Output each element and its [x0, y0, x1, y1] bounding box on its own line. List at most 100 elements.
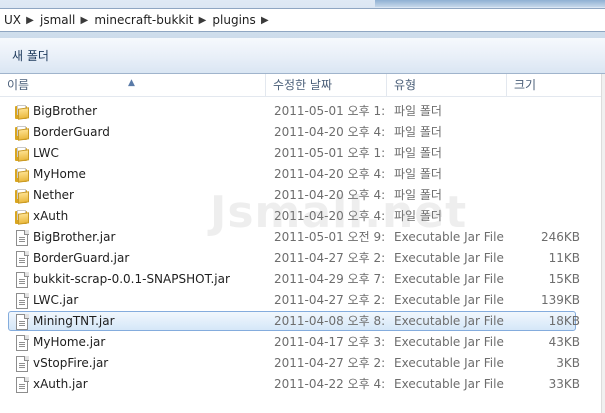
jar-file-icon	[14, 230, 30, 246]
file-size: 43KB	[548, 335, 580, 349]
column-header-size[interactable]: 크기	[507, 74, 601, 97]
file-date-modified: 2011-04-27 오후 2:...	[274, 251, 386, 265]
file-row[interactable]: MiningTNT.jar 2011-04-08 오후 8:... Executab…	[8, 311, 580, 331]
scrollbar[interactable]	[601, 74, 605, 413]
command-bar: 새 폴더	[0, 38, 605, 74]
file-row[interactable]: BigBrother 2011-05-01 오후 1:... 파일 폴더	[8, 101, 576, 121]
column-header-name-label: 이름	[7, 78, 30, 92]
breadcrumb-item-plugins[interactable]: plugins ▶	[208, 9, 270, 31]
file-type: Executable Jar File	[394, 314, 504, 328]
file-type: Executable Jar File	[394, 230, 504, 244]
file-size	[509, 123, 580, 142]
file-size	[509, 102, 580, 121]
chevron-right-icon[interactable]: ▶	[24, 15, 36, 26]
file-size: 18KB	[548, 314, 580, 328]
file-type: 파일 폴더	[394, 209, 442, 223]
file-type: Executable Jar File	[394, 272, 504, 286]
column-header-type[interactable]: 유형	[387, 74, 507, 97]
file-row[interactable]: LWC.jar 2011-04-27 오후 2:... Executable Jar…	[8, 290, 580, 310]
jar-file-icon	[14, 377, 30, 393]
folder-icon	[14, 104, 30, 120]
breadcrumb-label: UX	[4, 13, 22, 27]
file-date-modified: 2011-04-20 오후 4:...	[274, 125, 386, 139]
file-row[interactable]: BorderGuard 2011-04-20 오후 4:... 파일 폴더	[8, 122, 576, 142]
file-date-modified: 2011-04-27 오후 2:...	[274, 356, 386, 370]
file-size: 139KB	[540, 293, 580, 307]
file-size: 3KB	[556, 356, 580, 370]
column-header-date-label: 수정한 날짜	[273, 78, 333, 92]
breadcrumb-label: plugins	[212, 13, 256, 27]
file-size: 246KB	[540, 230, 580, 244]
jar-file-icon	[14, 251, 30, 267]
file-type: 파일 폴더	[394, 125, 442, 139]
file-type: Executable Jar File	[394, 293, 504, 307]
file-date-modified: 2011-05-01 오후 1:...	[274, 146, 386, 160]
file-name: bukkit-scrap-0.0.1-SNAPSHOT.jar	[33, 272, 230, 286]
file-type: 파일 폴더	[394, 188, 442, 202]
file-type: Executable Jar File	[394, 377, 504, 391]
file-name: BorderGuard	[33, 125, 110, 139]
file-date-modified: 2011-04-20 오후 4:...	[274, 167, 386, 181]
file-name: Nether	[33, 188, 74, 202]
breadcrumb-item-ux[interactable]: UX ▶	[0, 9, 36, 31]
address-bar: UX ▶ jsmall ▶ minecraft-bukkit ▶ plugins…	[0, 0, 605, 38]
folder-icon	[14, 167, 30, 183]
file-date-modified: 2011-05-01 오후 1:...	[274, 104, 386, 118]
column-header-type-label: 유형	[394, 78, 417, 92]
jar-file-icon	[14, 356, 30, 372]
file-row[interactable]: xAuth 2011-04-20 오후 4:... 파일 폴더	[8, 206, 576, 226]
file-size: 15KB	[548, 272, 580, 286]
file-row[interactable]: MyHome 2011-04-20 오후 4:... 파일 폴더	[8, 164, 576, 184]
chevron-right-icon[interactable]: ▶	[196, 15, 208, 26]
file-type: 파일 폴더	[394, 167, 442, 181]
file-row[interactable]: Nether 2011-04-20 오후 4:... 파일 폴더	[8, 185, 576, 205]
jar-file-icon	[14, 314, 30, 330]
folder-icon	[14, 146, 30, 162]
file-date-modified: 2011-05-01 오전 9:...	[274, 230, 386, 244]
chevron-right-icon[interactable]: ▶	[259, 15, 271, 26]
new-folder-button[interactable]: 새 폴더	[4, 45, 57, 67]
file-date-modified: 2011-04-27 오후 2:...	[274, 293, 386, 307]
file-row[interactable]: BigBrother.jar 2011-05-01 오전 9:... Executa…	[8, 227, 580, 247]
breadcrumb-item-minecraft-bukkit[interactable]: minecraft-bukkit ▶	[90, 9, 208, 31]
sort-ascending-icon: ▲	[128, 78, 135, 88]
file-size	[509, 186, 580, 205]
breadcrumb[interactable]: UX ▶ jsmall ▶ minecraft-bukkit ▶ plugins…	[0, 8, 605, 32]
file-date-modified: 2011-04-29 오후 7:...	[274, 272, 386, 286]
file-size	[509, 165, 580, 184]
column-header-name[interactable]: 이름 ▲	[0, 74, 266, 97]
file-type: Executable Jar File	[394, 335, 504, 349]
file-name: BorderGuard.jar	[33, 251, 130, 265]
file-name: vStopFire.jar	[33, 356, 109, 370]
folder-icon	[14, 209, 30, 225]
file-size: 11KB	[548, 251, 580, 265]
file-row[interactable]: vStopFire.jar 2011-04-27 오후 2:... Executab…	[8, 353, 580, 373]
file-row[interactable]: xAuth.jar 2011-04-22 오후 4:... Executable J…	[8, 374, 580, 394]
breadcrumb-label: jsmall	[40, 13, 76, 27]
file-size	[509, 207, 580, 226]
folder-icon	[14, 125, 30, 141]
file-name: BigBrother	[33, 104, 98, 118]
file-row[interactable]: bukkit-scrap-0.0.1-SNAPSHOT.jar 2011-04-2…	[8, 269, 580, 289]
file-size	[509, 144, 580, 163]
file-date-modified: 2011-04-20 오후 4:...	[274, 188, 386, 202]
column-header-size-label: 크기	[514, 78, 537, 92]
file-row[interactable]: LWC 2011-05-01 오후 1:... 파일 폴더	[8, 143, 576, 163]
column-header-date[interactable]: 수정한 날짜	[266, 74, 387, 97]
file-type: 파일 폴더	[394, 146, 442, 160]
file-name: BigBrother.jar	[33, 230, 116, 244]
breadcrumb-label: minecraft-bukkit	[94, 13, 194, 27]
title-strip	[375, 0, 605, 7]
file-row[interactable]: MyHome.jar 2011-04-17 오후 3:... Executable …	[8, 332, 580, 352]
file-row[interactable]: BorderGuard.jar 2011-04-27 오후 2:... Execut…	[8, 248, 580, 268]
folder-icon	[14, 188, 30, 204]
file-size: 33KB	[548, 377, 580, 391]
file-name: xAuth.jar	[33, 377, 88, 391]
file-type: Executable Jar File	[394, 251, 504, 265]
file-date-modified: 2011-04-22 오후 4:...	[274, 377, 386, 391]
chevron-right-icon[interactable]: ▶	[78, 15, 90, 26]
column-header-row: 이름 ▲ 수정한 날짜 유형 크기	[0, 74, 605, 97]
jar-file-icon	[14, 272, 30, 288]
file-name: MiningTNT.jar	[33, 314, 115, 328]
breadcrumb-item-jsmall[interactable]: jsmall ▶	[36, 9, 90, 31]
